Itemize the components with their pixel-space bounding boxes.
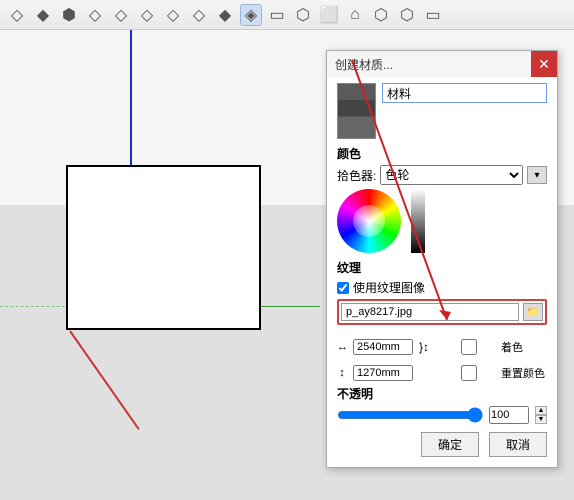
toolbar-icon-4[interactable]: ◇ <box>84 4 106 26</box>
toolbar-icon-2[interactable]: ◆ <box>32 4 54 26</box>
toolbar-icon-6[interactable]: ◇ <box>136 4 158 26</box>
material-name-input[interactable] <box>382 83 547 103</box>
opacity-section-label: 不透明 <box>337 385 547 402</box>
picker-label: 拾色器: <box>337 167 376 184</box>
cancel-button[interactable]: 取消 <box>489 432 547 457</box>
toolbar-icon-3[interactable]: ⬢ <box>58 4 80 26</box>
value-slider[interactable] <box>411 189 425 253</box>
toolbar-icon-14[interactable]: ⌂ <box>344 4 366 26</box>
toolbar-icon-13[interactable]: ⬜ <box>318 4 340 26</box>
dialog-titlebar: 创建材质... ✕ <box>327 51 557 77</box>
reset-color-label: 重置颜色 <box>501 365 545 381</box>
toolbar-icon-10-active[interactable]: ◈ <box>240 4 262 26</box>
toolbar-icon-8[interactable]: ◇ <box>188 4 210 26</box>
toolbar-icon-17[interactable]: ▭ <box>422 4 444 26</box>
close-button[interactable]: ✕ <box>531 51 557 77</box>
use-texture-checkbox[interactable] <box>337 282 349 294</box>
toolbar-icon-12[interactable]: ⬡ <box>292 4 314 26</box>
color-wheel[interactable] <box>337 189 401 253</box>
toolbar: ◇ ◆ ⬢ ◇ ◇ ◇ ◇ ◇ ◆ ◈ ▭ ⬡ ⬜ ⌂ ⬡ ⬡ ▭ <box>0 0 574 30</box>
toolbar-icon-1[interactable]: ◇ <box>6 4 28 26</box>
toolbar-icon-15[interactable]: ⬡ <box>370 4 392 26</box>
ok-button[interactable]: 确定 <box>421 432 479 457</box>
toolbar-icon-5[interactable]: ◇ <box>110 4 132 26</box>
toolbar-icon-16[interactable]: ⬡ <box>396 4 418 26</box>
dialog-title: 创建材质... <box>335 56 393 73</box>
texture-file-input[interactable] <box>341 303 519 321</box>
drawn-rectangle[interactable] <box>66 165 261 330</box>
opacity-spinner[interactable]: ▲▼ <box>535 406 547 424</box>
texture-width-input[interactable] <box>353 339 413 355</box>
use-texture-label: 使用纹理图像 <box>353 279 425 296</box>
picker-menu-icon[interactable]: ▾ <box>527 166 547 184</box>
axis-green-neg <box>0 306 70 307</box>
opacity-slider[interactable] <box>337 407 483 423</box>
reset-color-checkbox[interactable] <box>439 365 499 381</box>
height-arrow-icon: ↕ <box>337 367 347 379</box>
link-icon[interactable]: }↕ <box>419 331 433 363</box>
colorize-label: 着色 <box>501 339 523 355</box>
create-material-dialog: 创建材质... ✕ 颜色 拾色器: 色轮 ▾ 纹理 使用纹理图像 📁 ↔ <box>326 50 558 468</box>
width-arrow-icon: ↔ <box>337 341 347 353</box>
axis-blue <box>130 30 132 165</box>
picker-select[interactable]: 色轮 <box>380 165 523 185</box>
color-section-label: 颜色 <box>337 145 547 162</box>
texture-height-input[interactable] <box>353 365 413 381</box>
texture-section-label: 纹理 <box>337 259 547 276</box>
material-preview <box>337 83 376 139</box>
opacity-input[interactable] <box>489 406 529 424</box>
axis-green-pos <box>260 306 320 307</box>
colorize-checkbox[interactable] <box>439 339 499 355</box>
toolbar-icon-7[interactable]: ◇ <box>162 4 184 26</box>
browse-file-icon[interactable]: 📁 <box>523 303 543 321</box>
texture-file-row: 📁 <box>337 299 547 325</box>
toolbar-icon-9[interactable]: ◆ <box>214 4 236 26</box>
toolbar-icon-11[interactable]: ▭ <box>266 4 288 26</box>
